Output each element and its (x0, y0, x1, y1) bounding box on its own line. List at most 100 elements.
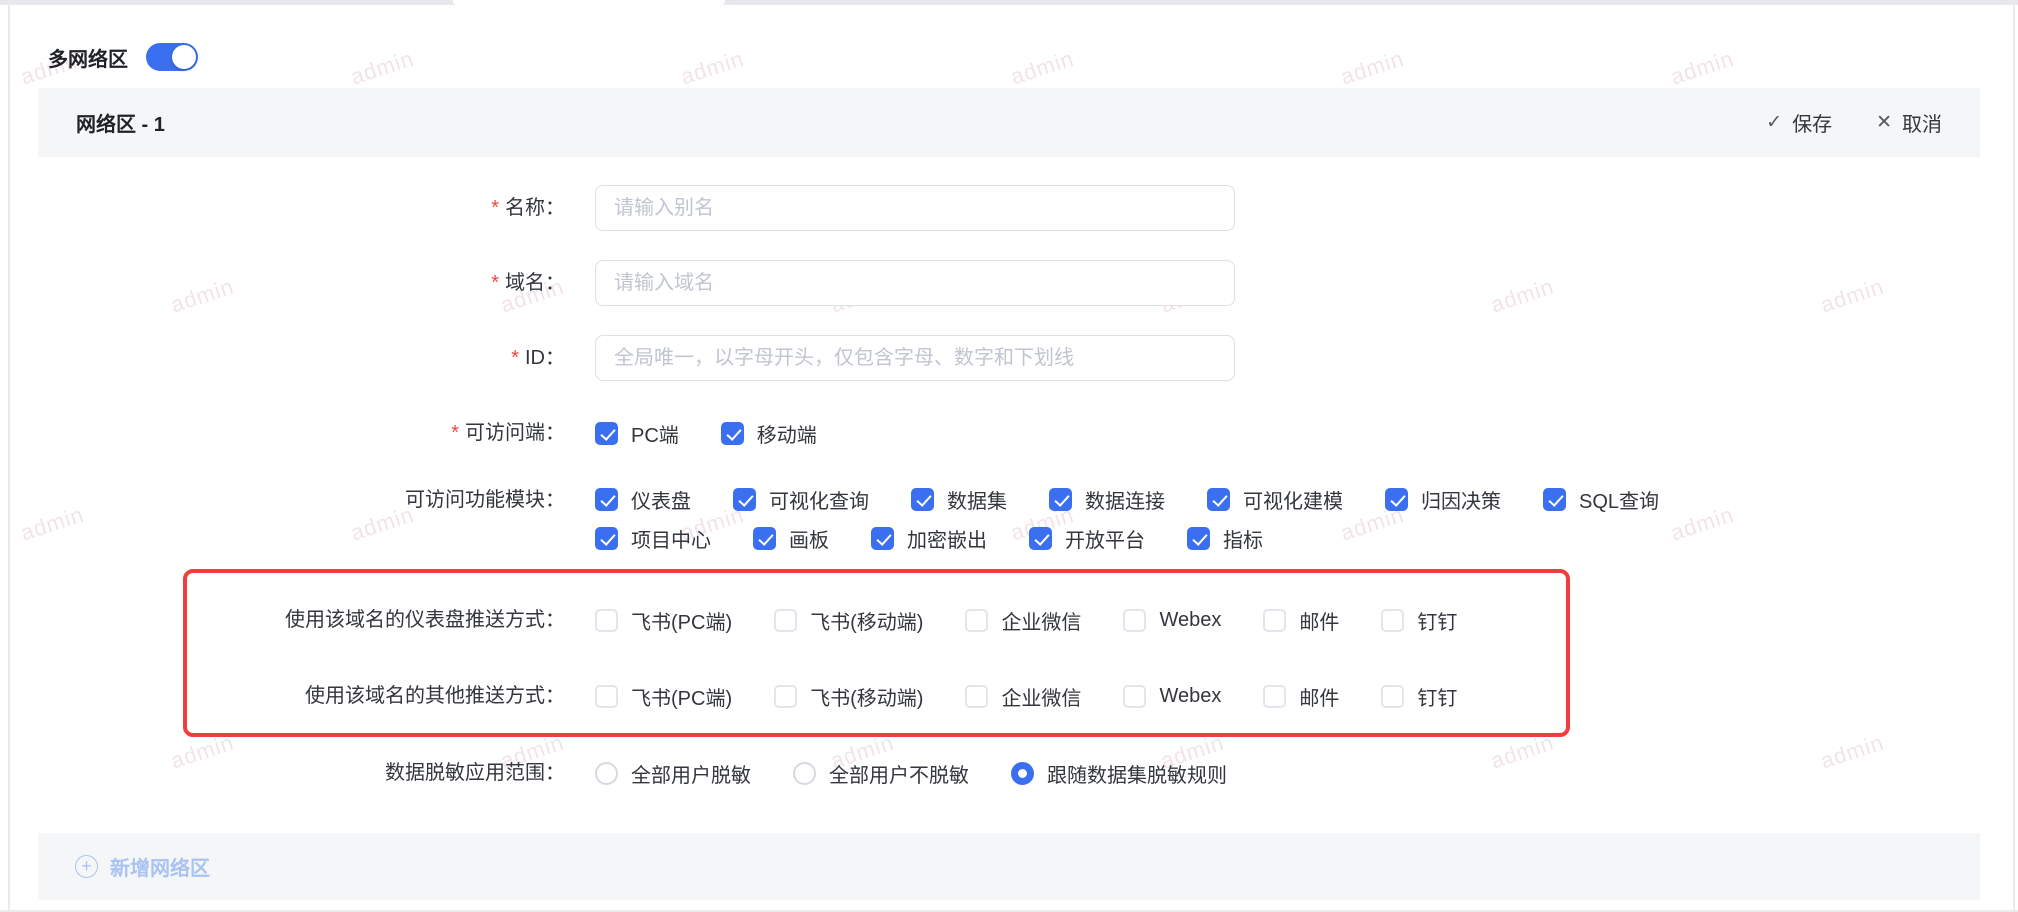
checkbox-icon (595, 488, 618, 511)
checkbox-label: 移动端 (756, 424, 817, 447)
panel-title: 网络区 - 1 (76, 114, 165, 136)
checkbox-option[interactable]: 仪表盘 (595, 485, 691, 514)
checkbox-label: 数据集 (947, 491, 1007, 513)
radio-option[interactable]: 跟随数据集脱敏规则 (1011, 759, 1227, 788)
field-row-domain: * 域名： (38, 260, 1980, 306)
checkbox-icon (1381, 684, 1405, 708)
other-push-checkbox-group: 飞书(PC端) 飞书(移动端) 企业微信 Webex 邮件 钉钉 (595, 682, 1457, 711)
domain-input[interactable] (595, 260, 1235, 306)
radio-option[interactable]: 全部用户不脱敏 (793, 759, 969, 788)
radio-label: 跟随数据集脱敏规则 (1047, 764, 1227, 787)
checkbox-label: 可视化建模 (1243, 491, 1343, 513)
checkbox-icon (595, 527, 618, 550)
checkbox-option[interactable]: 可视化建模 (1207, 485, 1343, 514)
add-zone-label: 新增网络区 (110, 858, 210, 880)
checkbox-icon (595, 608, 618, 632)
checkbox-option[interactable]: 钉钉 (1381, 606, 1457, 635)
field-row-masking: 数据脱敏应用范围： 全部用户脱敏 全部用户不脱敏 跟随数据集脱敏规则 (38, 750, 1980, 796)
checkbox-icon (1049, 488, 1072, 511)
clients-checkbox-group: PC端 移动端 (595, 419, 817, 448)
checkbox-label: 指标 (1223, 530, 1263, 552)
checkbox-icon (720, 421, 744, 445)
id-label: * ID： (511, 347, 565, 369)
panel-actions: ✓ 保存 ✕ 取消 (1766, 108, 1942, 137)
window-left-edge (8, 0, 10, 912)
checkbox-option[interactable]: 邮件 (1263, 606, 1339, 635)
checkbox-option[interactable]: 可视化查询 (733, 485, 869, 514)
checkbox-label: 归因决策 (1421, 491, 1501, 513)
checkbox-option[interactable]: 开放平台 (1029, 524, 1145, 553)
network-zone-panel: 网络区 - 1 ✓ 保存 ✕ 取消 *名称： *域名： (38, 88, 1980, 900)
checkbox-option[interactable]: 数据集 (911, 485, 1007, 514)
checkbox-option[interactable]: 画板 (753, 524, 829, 553)
required-mark: * (491, 272, 499, 294)
settings-page: 多网络区 网络区 - 1 ✓ 保存 ✕ 取消 * 名称： 请输入别名 * 域名：… (0, 0, 2018, 900)
checkbox-label: Webex (1159, 608, 1222, 631)
checkbox-icon (753, 527, 776, 550)
checkbox-icon (1207, 488, 1230, 511)
checkbox-option[interactable]: 企业微信 (965, 606, 1081, 635)
checkbox-icon (911, 488, 934, 511)
checkbox-label: 飞书(PC端) (631, 611, 733, 634)
checkbox-label: 数据连接 (1085, 491, 1165, 513)
field-row-other-push: 使用该域名的其他推送方式： 飞书(PC端) 飞书(移动端) 企业微信 Webex… (38, 658, 1980, 734)
checkbox-icon (871, 527, 894, 550)
radio-label: 全部用户不脱敏 (829, 764, 969, 787)
save-label: 保存 (1792, 114, 1833, 136)
checkbox-label: 仪表盘 (631, 491, 691, 513)
clients-label: * 可访问端： (451, 422, 565, 444)
checkbox-icon (1123, 684, 1147, 708)
field-row-name: * 名称： (38, 185, 1980, 231)
checkbox-option[interactable]: PC端 (595, 419, 679, 448)
checkbox-icon (1263, 684, 1287, 708)
checkbox-label: 项目中心 (631, 530, 711, 552)
radio-icon (793, 761, 816, 785)
dashboard-push-label: 使用该域名的仪表盘推送方式： (285, 609, 565, 631)
cancel-label: 取消 (1902, 114, 1942, 136)
checkbox-option[interactable]: 飞书(移动端) (774, 606, 923, 635)
checkbox-label: 飞书(移动端) (810, 611, 924, 634)
checkbox-option[interactable]: Webex (1123, 608, 1222, 632)
checkbox-label: 邮件 (1299, 687, 1340, 710)
checkbox-option[interactable]: 飞书(PC端) (595, 682, 732, 711)
checkbox-icon (595, 684, 618, 708)
radio-icon (1011, 761, 1034, 785)
name-input[interactable] (595, 185, 1235, 231)
checkbox-option[interactable]: 移动端 (720, 419, 817, 448)
checkbox-option[interactable]: 企业微信 (965, 682, 1081, 711)
cancel-button[interactable]: ✕ 取消 (1876, 108, 1942, 137)
checkbox-option[interactable]: 项目中心 (595, 524, 711, 553)
save-button[interactable]: ✓ 保存 (1766, 108, 1832, 137)
id-input[interactable] (595, 335, 1235, 381)
multi-zone-row: 多网络区 (0, 0, 2018, 72)
radio-option[interactable]: 全部用户脱敏 (595, 759, 751, 788)
name-label: * 名称： (491, 197, 565, 219)
checkbox-icon (774, 608, 798, 632)
required-mark: * (511, 347, 519, 369)
checkbox-option[interactable]: SQL查询 (1543, 485, 1659, 514)
checkbox-label: 邮件 (1299, 611, 1340, 634)
checkbox-option[interactable]: 邮件 (1263, 682, 1339, 711)
checkbox-icon (733, 488, 756, 511)
checkbox-option[interactable]: 钉钉 (1381, 682, 1457, 711)
add-zone-button[interactable]: + 新增网络区 (38, 833, 1980, 900)
checkbox-option[interactable]: 数据连接 (1049, 485, 1165, 514)
checkbox-icon (1381, 608, 1405, 632)
other-push-label: 使用该域名的其他推送方式： (305, 685, 565, 707)
checkbox-option[interactable]: 归因决策 (1385, 485, 1501, 514)
domain-label: * 域名： (491, 272, 565, 294)
required-mark: * (451, 422, 459, 444)
radio-icon (595, 761, 618, 785)
required-mark: * (491, 197, 499, 219)
checkbox-option[interactable]: 飞书(移动端) (774, 682, 923, 711)
checkbox-option[interactable]: 飞书(PC端) (595, 606, 732, 635)
multi-zone-toggle[interactable] (146, 43, 198, 71)
dashboard-push-checkbox-group: 飞书(PC端) 飞书(移动端) 企业微信 Webex 邮件 钉钉 (595, 606, 1457, 635)
check-icon: ✓ (1766, 112, 1783, 133)
checkbox-option[interactable]: 加密嵌出 (871, 524, 987, 553)
checkbox-option[interactable]: 指标 (1187, 524, 1263, 553)
checkbox-label: 钉钉 (1417, 611, 1458, 634)
checkbox-option[interactable]: Webex (1123, 684, 1221, 708)
checkbox-label: 企业微信 (1001, 611, 1082, 634)
push-methods-highlight-box: 使用该域名的仪表盘推送方式： 飞书(PC端) 飞书(移动端) 企业微信 Webe… (38, 569, 1980, 737)
